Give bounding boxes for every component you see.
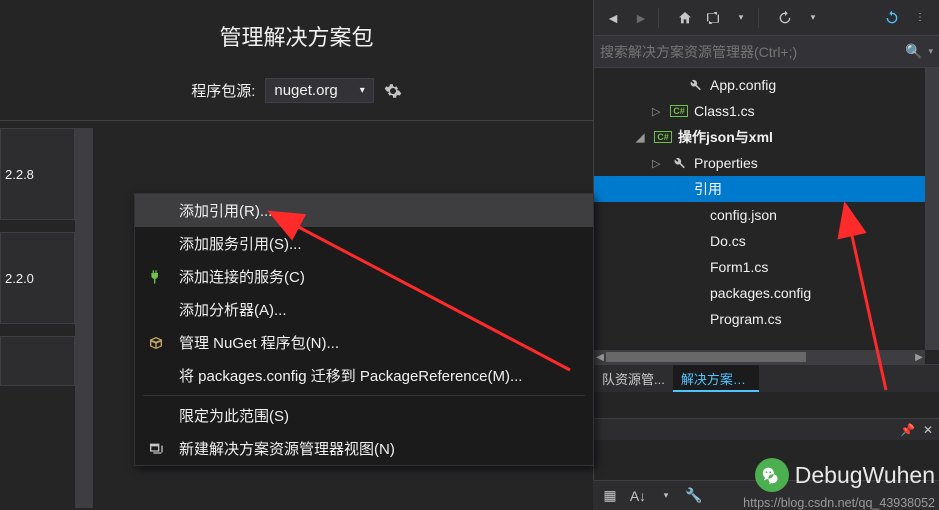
tree-node[interactable]: Program.cs [594,306,939,332]
forward-icon[interactable]: ► [630,7,652,29]
wrench-icon[interactable]: 🔧 [683,485,705,507]
grid-icon[interactable]: ▦ [599,485,621,507]
pin-icon[interactable]: 📌 [900,423,915,437]
solution-toolbar: ◄ ► ▾ ▾ ⋮ [594,0,939,36]
tree-node[interactable]: Form1.cs [594,254,939,280]
menu-item[interactable]: 添加引用(R)... [135,194,593,227]
file-icon [670,180,688,198]
gear-icon[interactable] [384,82,402,100]
menu-item-label: 添加连接的服务(C) [179,266,305,287]
sync-icon[interactable] [702,7,724,29]
file-icon: C# [654,128,672,146]
pkg-source-select[interactable]: nuget.org ▾ [265,78,373,103]
expand-icon[interactable]: ▷ [652,157,664,170]
menu-item[interactable]: 添加连接的服务(C) [135,260,593,293]
chevron-down-icon: ▾ [360,85,365,96]
vertical-scrollbar[interactable] [925,68,939,350]
menu-separator [143,395,585,396]
chevron-down-icon[interactable]: ▾ [655,485,677,507]
tree-node[interactable]: packages.config [594,280,939,306]
search-input[interactable] [600,44,905,60]
menu-item[interactable]: 管理 NuGet 程序包(N)... [135,326,593,359]
menu-item-label: 新建解决方案资源管理器视图(N) [179,438,395,459]
tree-node[interactable]: Do.cs [594,228,939,254]
tree-node-label: App.config [710,77,776,93]
watermark-url: https://blog.csdn.net/qq_43938052 [743,496,935,510]
tree-node[interactable]: App.config [594,72,939,98]
tree-node-label: Class1.cs [694,103,755,119]
history-icon[interactable] [774,7,796,29]
panel-tab[interactable]: 解决方案资... [673,365,759,392]
pkg-source-value: nuget.org [274,82,337,99]
file-icon [686,310,704,328]
close-icon[interactable]: ✕ [923,423,933,437]
search-icon[interactable]: 🔍 [905,43,922,60]
file-icon: C# [670,102,688,120]
window-icon [145,438,167,460]
plug-icon [145,266,167,288]
menu-item-label: 添加服务引用(S)... [179,233,302,254]
sort-icon[interactable]: A↓ [627,485,649,507]
tree-node-label: config.json [710,207,777,223]
wechat-icon [755,458,789,492]
file-icon [686,232,704,250]
package-icon [145,332,167,354]
blank-icon [145,299,167,321]
pkg-source-label: 程序包源: [191,80,255,101]
context-menu: 添加引用(R)... 添加服务引用(S)... 添加连接的服务(C) 添加分析器(A)… [134,193,594,466]
panel-tabs: 队资源管...解决方案资... [594,364,939,392]
chevron-down-icon[interactable]: ▾ [802,7,824,29]
menu-item[interactable]: 添加分析器(A)... [135,293,593,326]
version-box-1[interactable]: 2.2.0 [0,232,75,324]
refresh-icon[interactable] [881,7,903,29]
menu-item-label: 将 packages.config 迁移到 PackageReference(M… [179,365,522,386]
file-icon [686,76,704,94]
menu-item-label: 添加引用(R)... [179,200,272,221]
expand-icon[interactable]: ◢ [636,131,648,144]
menu-item-label: 添加分析器(A)... [179,299,287,320]
chevron-down-icon[interactable]: ▾ [928,46,933,57]
tree-node[interactable]: ▷ Properties [594,150,939,176]
file-icon [670,154,688,172]
panel-tab[interactable]: 队资源管... [594,365,673,392]
tree-node-label: Form1.cs [710,259,768,275]
tree-node-label: 操作json与xml [678,127,773,147]
blank-icon [145,200,167,222]
solution-search[interactable]: 🔍 ▾ [594,36,939,68]
version-box-0[interactable]: 2.2.8 [0,128,75,220]
tree-node[interactable]: ▷ C# Class1.cs [594,98,939,124]
blank-icon [145,233,167,255]
menu-item[interactable]: 限定为此范围(S) [135,399,593,432]
file-icon [686,284,704,302]
tree-node-label: Program.cs [710,311,782,327]
horizontal-scrollbar[interactable]: ◀ ▶ [594,350,925,364]
tree-node-label: Properties [694,155,758,171]
blank-icon [145,405,167,427]
gutter [75,128,93,508]
solution-tree[interactable]: App.config ▷ C# Class1.cs ◢ C# 操作json与xml ▷ Prop… [594,68,939,348]
file-icon [686,206,704,224]
menu-item-label: 管理 NuGet 程序包(N)... [179,332,339,353]
menu-item[interactable]: 新建解决方案资源管理器视图(N) [135,432,593,465]
page-title: 管理解决方案包 [0,20,593,52]
menu-item-label: 限定为此范围(S) [179,405,289,426]
back-icon[interactable]: ◄ [602,7,624,29]
more-icon[interactable]: ⋮ [909,7,931,29]
menu-item[interactable]: 将 packages.config 迁移到 PackageReference(M… [135,359,593,392]
tree-node-label: packages.config [710,285,811,301]
tree-node-label: Do.cs [710,233,746,249]
version-box-2[interactable] [0,336,75,386]
tree-node[interactable]: ◢ C# 操作json与xml [594,124,939,150]
file-icon [686,258,704,276]
watermark: DebugWuhen [755,458,935,492]
blank-icon [145,365,167,387]
tree-node[interactable]: config.json [594,202,939,228]
tree-node[interactable]: 引用 [594,176,939,202]
home-icon[interactable] [674,7,696,29]
menu-item[interactable]: 添加服务引用(S)... [135,227,593,260]
tree-node-label: 引用 [694,179,722,199]
expand-icon[interactable]: ▷ [652,105,664,118]
chevron-down-icon[interactable]: ▾ [730,7,752,29]
